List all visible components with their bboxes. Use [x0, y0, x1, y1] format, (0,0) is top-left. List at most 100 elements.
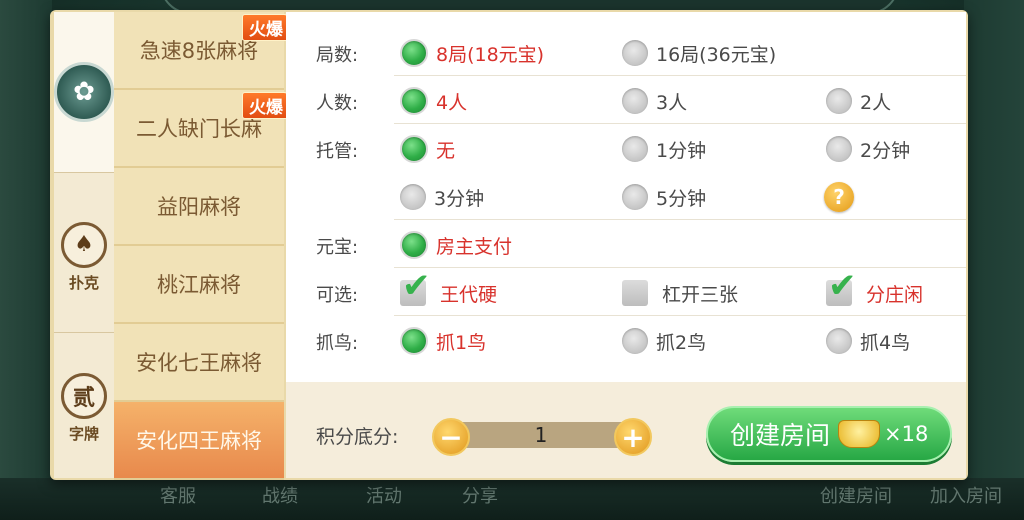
- setting-label: 可选:: [316, 285, 359, 306]
- option-label: 4人: [436, 91, 468, 114]
- bottom-item-share: 分享: [462, 486, 498, 507]
- radio-unselected-icon: [826, 136, 852, 162]
- category-divider: [54, 172, 114, 173]
- setting-row-hosting: 托管: 无 1分钟 2分钟: [286, 124, 966, 172]
- radio-unselected-icon: [400, 184, 426, 210]
- setting-label: 托管:: [316, 141, 359, 162]
- option-hosting-none[interactable]: 无: [400, 134, 455, 164]
- setting-row-birds: 抓鸟: 抓1鸟 抓2鸟 抓4鸟: [286, 316, 966, 364]
- option-gangkaisanzhang[interactable]: 杠开三张: [622, 278, 738, 308]
- hot-badge: 火爆: [242, 92, 290, 119]
- category-poker[interactable]: ♠ 扑克: [54, 182, 114, 332]
- option-players-4[interactable]: 4人: [400, 86, 467, 116]
- category-zipai-label: 字牌: [68, 424, 99, 443]
- game-label: 急速8张麻将: [139, 39, 259, 63]
- plus-button[interactable]: +: [614, 418, 652, 456]
- option-label: 1分钟: [656, 139, 707, 162]
- option-label: 3分钟: [434, 187, 485, 210]
- category-mahjong[interactable]: ✿: [54, 12, 114, 172]
- create-room-panel: ✿ ♠ 扑克 贰 字牌 急速8张麻将 火爆 二人缺门长麻 火爆 益阳麻将 桃江麻…: [50, 10, 968, 480]
- radio-selected-icon: [400, 231, 428, 259]
- option-label: 王代硬: [440, 283, 498, 306]
- minus-button[interactable]: −: [432, 418, 470, 456]
- option-label: 3人: [656, 91, 688, 114]
- setting-label: 局数:: [316, 45, 359, 66]
- setting-row-optional: 可选: ✔ 王代硬 杠开三张 ✔ 分庄闲: [286, 266, 966, 316]
- option-players-2[interactable]: 2人: [826, 86, 891, 116]
- option-label: 无: [436, 139, 456, 162]
- setting-label: 抓鸟:: [316, 333, 359, 354]
- game-label: 益阳麻将: [157, 195, 241, 219]
- option-hosting-1min[interactable]: 1分钟: [622, 134, 706, 164]
- option-hosting-3min[interactable]: 3分钟: [400, 182, 484, 212]
- checkbox-checked-icon: ✔: [826, 266, 857, 306]
- option-label: 抓2鸟: [656, 331, 707, 354]
- radio-unselected-icon: [622, 136, 648, 162]
- game-item-anhua4[interactable]: 安化四王麻将: [114, 402, 284, 480]
- option-label: 分庄闲: [866, 283, 924, 306]
- mahjong-flower-emblem-icon: ✿: [54, 62, 114, 122]
- bottom-item-service: 客服: [160, 486, 196, 507]
- setting-row-players: 人数: 4人 3人 2人: [286, 76, 966, 124]
- option-rounds-8[interactable]: 8局(18元宝): [400, 38, 544, 68]
- option-label: 房主支付: [436, 235, 513, 258]
- option-hosting-2min[interactable]: 2分钟: [826, 134, 910, 164]
- game-item-jisu8[interactable]: 急速8张麻将 火爆: [114, 12, 290, 90]
- radio-unselected-icon: [622, 328, 648, 354]
- setting-row-rounds: 局数: 8局(18元宝) 16局(36元宝): [286, 28, 966, 76]
- game-label: 桃江麻将: [157, 273, 241, 297]
- question-mark-icon: ?: [824, 182, 854, 212]
- bottom-item-record: 战绩: [262, 486, 298, 507]
- option-label: 16局(36元宝): [656, 43, 777, 66]
- option-label: 5分钟: [656, 187, 707, 210]
- radio-selected-icon: [400, 327, 428, 355]
- option-label: 抓1鸟: [436, 331, 487, 354]
- er-character-icon: 贰: [61, 372, 107, 419]
- option-birds-4[interactable]: 抓4鸟: [826, 326, 910, 356]
- radio-unselected-icon: [826, 88, 852, 114]
- option-label: 杠开三张: [662, 283, 739, 306]
- game-label: 安化四王麻将: [136, 429, 262, 453]
- option-fenzhuangxian[interactable]: ✔ 分庄闲: [826, 266, 924, 308]
- option-label: 抓4鸟: [860, 331, 911, 354]
- radio-unselected-icon: [826, 328, 852, 354]
- setting-row-payment: 元宝: 房主支付: [286, 220, 966, 268]
- setting-label: 元宝:: [316, 237, 359, 258]
- help-button[interactable]: ?: [824, 182, 854, 212]
- option-players-3[interactable]: 3人: [622, 86, 687, 116]
- option-birds-2[interactable]: 抓2鸟: [622, 326, 706, 356]
- category-zipai[interactable]: 贰 字牌: [54, 338, 114, 478]
- score-stepper-value: 1: [456, 422, 626, 448]
- radio-unselected-icon: [622, 184, 648, 210]
- radio-unselected-icon: [622, 40, 648, 66]
- option-payment-owner[interactable]: 房主支付: [400, 230, 512, 260]
- category-column: ✿ ♠ 扑克 贰 字牌: [54, 12, 114, 478]
- setting-row-hosting-more: 3分钟 5分钟 ?: [286, 172, 966, 220]
- radio-selected-icon: [400, 135, 428, 163]
- option-label: 2人: [860, 91, 892, 114]
- gold-ingot-icon: [838, 420, 881, 448]
- bottom-item-join-room: 加入房间: [930, 486, 1002, 507]
- option-wangdaiying[interactable]: ✔ 王代硬: [400, 266, 498, 308]
- create-room-button[interactable]: 创建房间 ×18: [706, 406, 952, 462]
- option-label: 8局(18元宝): [436, 43, 545, 66]
- spade-icon: ♠: [61, 221, 107, 268]
- option-label: 2分钟: [860, 139, 911, 162]
- game-item-taojiang[interactable]: 桃江麻将: [114, 246, 284, 324]
- option-birds-1[interactable]: 抓1鸟: [400, 326, 486, 356]
- category-poker-label: 扑克: [68, 273, 99, 292]
- checkbox-unchecked-icon: [622, 280, 648, 306]
- option-rounds-16[interactable]: 16局(36元宝): [622, 38, 776, 68]
- background-right-edge: [964, 0, 1024, 520]
- game-item-yiyang[interactable]: 益阳麻将: [114, 168, 284, 246]
- option-hosting-5min[interactable]: 5分钟: [622, 182, 706, 212]
- game-label: 安化七王麻将: [136, 351, 262, 375]
- background-left-edge: [0, 0, 52, 520]
- game-item-anhua7[interactable]: 安化七王麻将: [114, 324, 284, 402]
- hot-badge: 火爆: [242, 14, 290, 41]
- radio-selected-icon: [400, 87, 428, 115]
- room-cost: ×18: [884, 422, 929, 446]
- game-item-erren[interactable]: 二人缺门长麻 火爆: [114, 90, 290, 168]
- create-room-label: 创建房间: [730, 421, 831, 450]
- radio-unselected-icon: [622, 88, 648, 114]
